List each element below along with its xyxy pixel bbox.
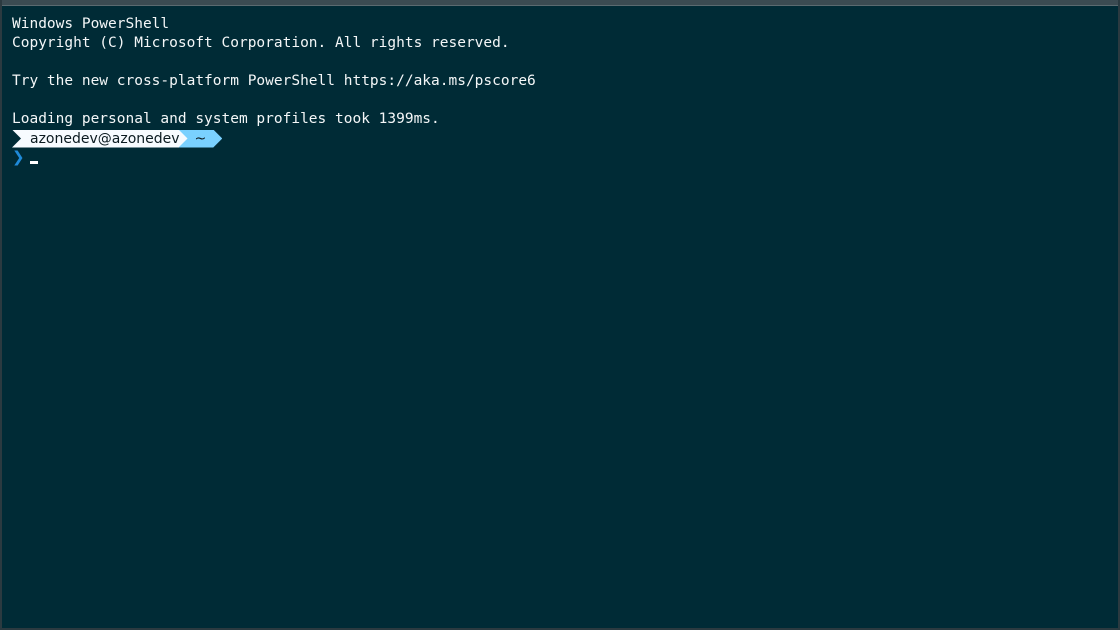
prompt-user-host-segment: azonedev@azonedev — [12, 129, 188, 148]
terminal-line: Copyright (C) Microsoft Corporation. All… — [12, 35, 510, 51]
command-input-line[interactable]: ❯ — [12, 148, 536, 167]
terminal-line: Windows PowerShell — [12, 16, 170, 32]
terminal-window[interactable]: Windows PowerShell Copyright (C) Microso… — [2, 5, 1118, 628]
terminal-output[interactable]: Windows PowerShell Copyright (C) Microso… — [12, 15, 536, 167]
prompt-segments: azonedev@azonedev ~ — [12, 129, 536, 148]
terminal-line: Try the new cross-platform PowerShell ht… — [12, 73, 536, 89]
terminal-line: Loading personal and system profiles too… — [12, 111, 440, 127]
text-cursor — [30, 161, 38, 164]
prompt-chevron-icon: ❯ — [12, 148, 25, 166]
